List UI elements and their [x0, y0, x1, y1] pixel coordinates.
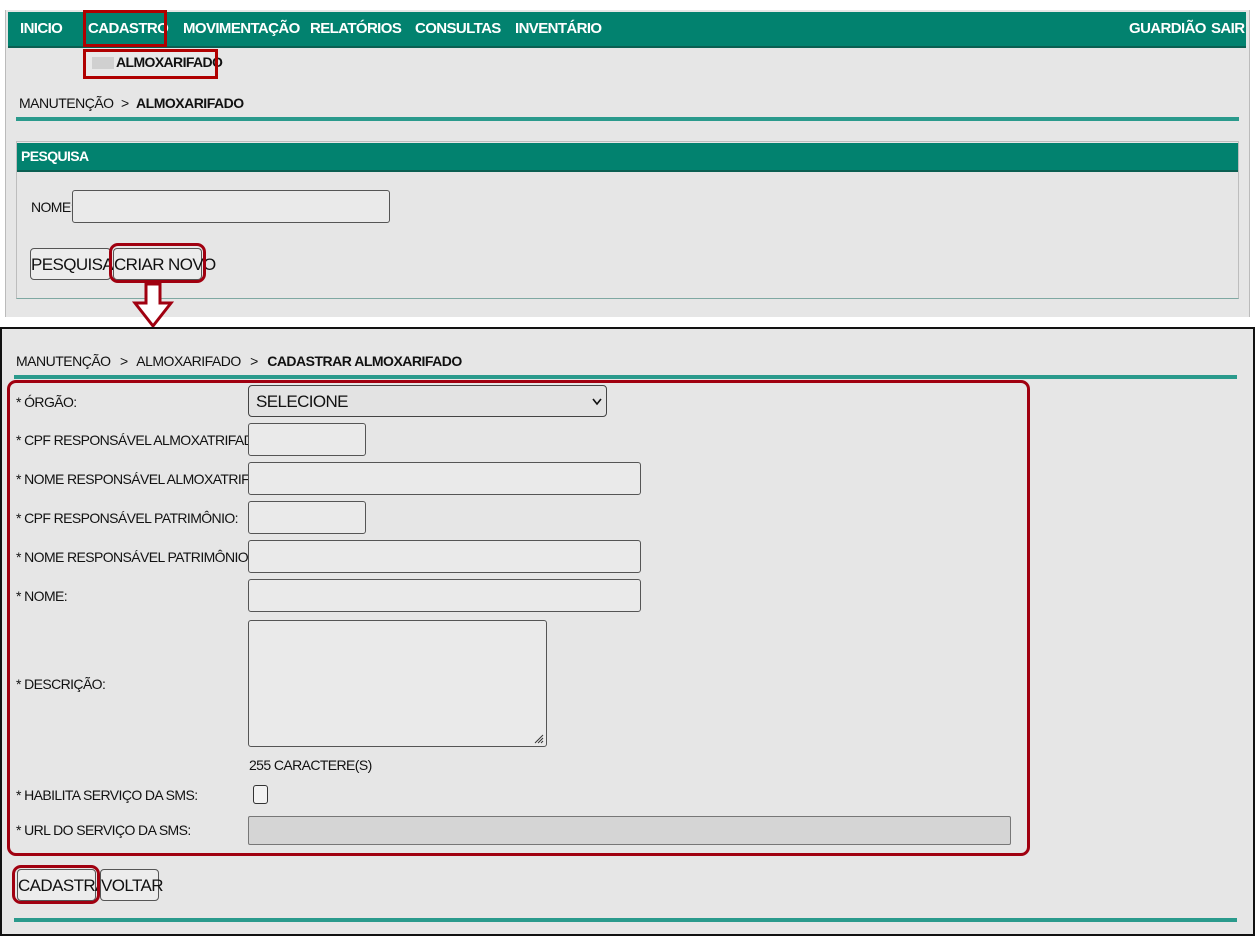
nome-patrimonio-label: * NOME RESPONSÁVEL PATRIMÔNIO: [16, 549, 252, 565]
panel-header: PESQUISA [17, 143, 1238, 172]
back-button[interactable]: VOLTAR [100, 869, 164, 901]
breadcrumb-separator: > [119, 353, 128, 369]
highlight-cadastro [83, 10, 167, 47]
name-search-input[interactable] [72, 190, 390, 223]
descricao-label: * DESCRIÇÃO: [16, 676, 106, 692]
bottom-divider [14, 918, 1237, 922]
cpf-almox-input[interactable] [248, 423, 366, 456]
char-counter: 255 CARACTERE(S) [249, 757, 372, 773]
top-nav-bar: INICIO CADASTRO MOVIMENTAÇÃO RELATÓRIOS … [8, 12, 1246, 48]
nav-inventario[interactable]: INVENTÁRIO [515, 12, 602, 46]
cpf-almox-label: * CPF RESPONSÁVEL ALMOXATRIFADO: [16, 432, 267, 448]
chevron-down-icon [592, 398, 602, 406]
panel-title: PESQUISA [21, 148, 89, 164]
orgao-label: * ÓRGÃO: [16, 394, 77, 410]
breadcrumb-root[interactable]: MANUTENÇÃO [19, 95, 114, 111]
nome-label: * NOME: [16, 588, 68, 604]
name-label: NOME: [31, 199, 74, 215]
highlight-almoxarifado [83, 49, 218, 79]
breadcrumb-current: CADASTRAR ALMOXARIFADO [267, 353, 462, 369]
breadcrumb-current: ALMOXARIFADO [136, 95, 244, 111]
nav-relatorios[interactable]: RELATÓRIOS [310, 12, 402, 46]
sms-checkbox[interactable] [253, 785, 268, 804]
cpf-patrimonio-input[interactable] [248, 501, 366, 534]
orgao-select[interactable]: SELECIONE [248, 385, 607, 417]
highlight-form [7, 380, 1030, 856]
arrow-down-icon [131, 282, 175, 329]
breadcrumb: MANUTENÇÃO > ALMOXARIFADO [19, 95, 244, 111]
register-breadcrumb: MANUTENÇÃO > ALMOXARIFADO > CADASTRAR AL… [16, 353, 462, 369]
nav-movimentacao[interactable]: MOVIMENTAÇÃO [183, 12, 300, 46]
nome-almox-label: * NOME RESPONSÁVEL ALMOXATRIFADO: [16, 471, 281, 487]
nav-sair[interactable]: SAIR [1211, 12, 1245, 46]
sms-label: * HABILITA SERVIÇO DA SMS: [16, 787, 198, 803]
highlight-register [12, 865, 100, 904]
cpf-patrimonio-label: * CPF RESPONSÁVEL PATRIMÔNIO: [16, 510, 239, 526]
nome-almox-input[interactable] [248, 462, 641, 495]
highlight-create-new [109, 243, 206, 283]
nome-patrimonio-input[interactable] [248, 540, 641, 573]
breadcrumb-separator: > [120, 95, 129, 111]
breadcrumb-divider [16, 117, 1239, 121]
url-sms-label: * URL DO SERVIÇO DA SMS: [16, 822, 191, 838]
nav-consultas[interactable]: CONSULTAS [415, 12, 501, 46]
orgao-selected-value: SELECIONE [256, 392, 349, 411]
nome-input[interactable] [248, 579, 641, 612]
url-sms-input [248, 816, 1011, 845]
breadcrumb-middle[interactable]: ALMOXARIFADO [136, 353, 241, 369]
resize-grip-icon[interactable] [534, 734, 544, 744]
search-button[interactable]: PESQUISAR [30, 248, 125, 280]
breadcrumb-separator: > [250, 353, 258, 369]
breadcrumb-root[interactable]: MANUTENÇÃO [16, 353, 111, 369]
nav-guardiao[interactable]: GUARDIÃO [1129, 12, 1206, 46]
descricao-textarea[interactable] [248, 620, 547, 747]
nav-inicio[interactable]: INICIO [20, 12, 63, 46]
register-divider [14, 375, 1237, 379]
